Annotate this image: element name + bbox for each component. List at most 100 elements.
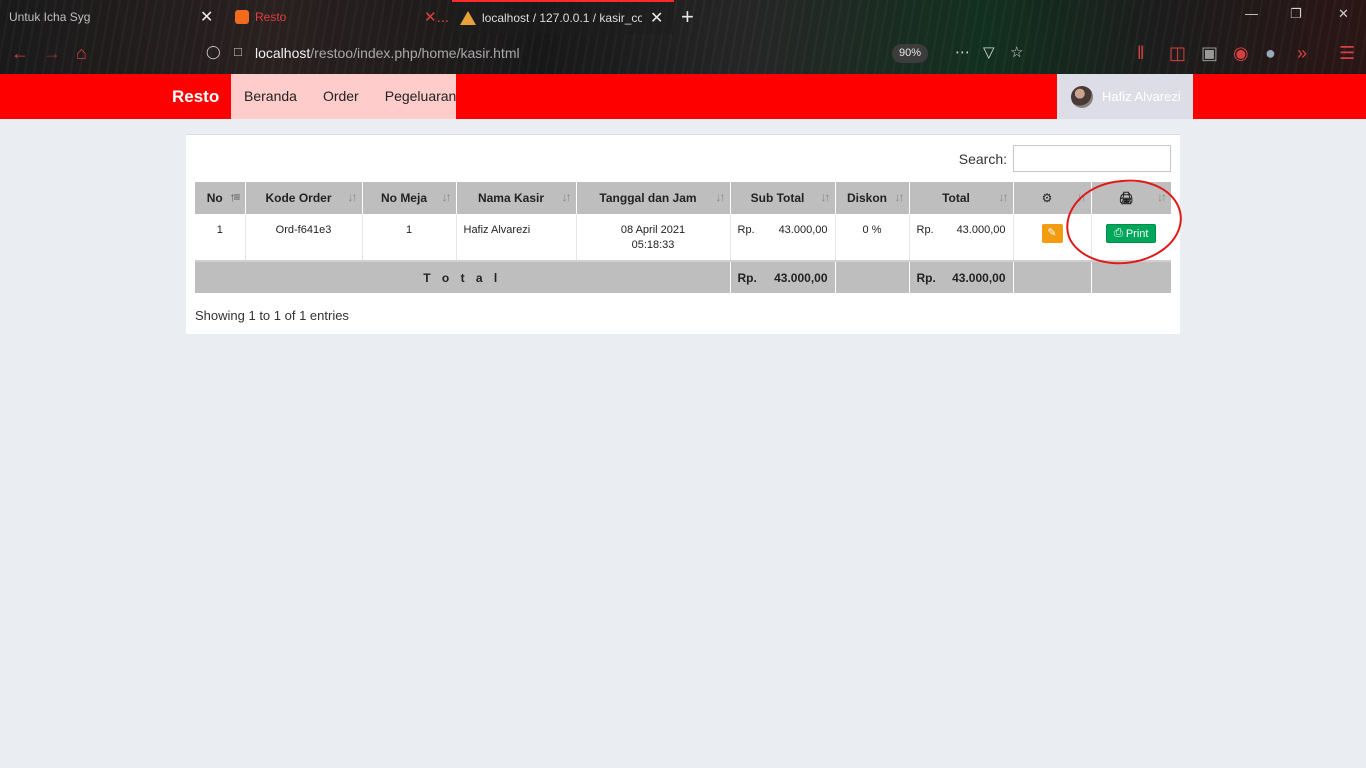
sort-icon[interactable]: ↓↑ (442, 190, 452, 204)
sort-icon[interactable]: ↓↑ (1077, 190, 1087, 204)
extension-icon[interactable]: ▣ (1201, 43, 1218, 64)
sort-icon[interactable]: ↓↑ (895, 190, 905, 204)
search-bar: Search: (959, 145, 1171, 172)
gear-icon: ⚙ (1041, 191, 1053, 205)
user-name: Hafiz Alvarezi (1102, 89, 1181, 104)
sort-icon[interactable]: ↓↑ (821, 190, 831, 204)
col-header-no[interactable]: No ↑≡ (195, 182, 246, 214)
home-icon[interactable]: ⌂ (76, 43, 87, 64)
printer-icon: ⎙ (1114, 227, 1123, 239)
phpmyadmin-icon (460, 11, 476, 25)
cell-actions: ✎ (1013, 214, 1092, 261)
zoom-badge[interactable]: 90% (892, 44, 929, 63)
cell-nama-kasir: Hafiz Alvarezi (456, 214, 577, 261)
amount: 43.000,00 (774, 270, 828, 285)
footer-print (1091, 261, 1171, 293)
footer-sub-total: Rp. 43.000,00 (730, 261, 836, 293)
more-actions-icon[interactable]: ⋯ (955, 43, 970, 61)
new-tab-button[interactable]: + (681, 4, 694, 30)
url-bar[interactable]: ◯ □ localhost/restoo/index.php/home/kasi… (196, 39, 1046, 69)
sort-icon[interactable]: ↓↑ (716, 190, 726, 204)
orders-card: Search: No ↑≡ Kode Order ↓↑ No Meja ↓↑ Nama… (186, 134, 1180, 334)
tab-resto[interactable]: Resto ✕... (226, 0, 449, 34)
print-button[interactable]: ⎙ Print (1106, 224, 1157, 243)
search-label: Search: (958, 150, 1007, 167)
col-header-label: Diskon (846, 191, 887, 205)
menu-icon[interactable]: ☰ (1339, 43, 1355, 64)
cell-tanggal-jam: 08 April 2021 05:18:33 (576, 214, 731, 261)
currency-label: Rp. (737, 224, 755, 236)
footer-actions (1013, 261, 1092, 293)
col-header-total[interactable]: Total ↓↑ (909, 182, 1014, 214)
col-header-label: Tanggal dan Jam (599, 191, 697, 205)
table-header-row: No ↑≡ Kode Order ↓↑ No Meja ↓↑ Nama Kasir ↓↑… (195, 182, 1171, 214)
col-header-print[interactable]: 🖨 ↓↑ (1091, 182, 1171, 214)
app-navbar: Resto Beranda Order Pegeluaran Hafiz Alv… (0, 74, 1366, 119)
browser-toolbar: ← → ⌂ ◯ □ localhost/restoo/index.php/hom… (0, 34, 1366, 74)
search-input[interactable] (1013, 145, 1171, 172)
col-header-label: Sub Total (750, 191, 805, 205)
tab-untuk-icha[interactable]: Untuk Icha Syg ✕ (0, 0, 226, 34)
menu-item-beranda[interactable]: Beranda (231, 74, 310, 119)
edit-button[interactable]: ✎ (1041, 224, 1063, 243)
sort-icon[interactable]: ↓↑ (999, 190, 1009, 204)
tab-phpmyadmin[interactable]: localhost / 127.0.0.1 / kasir_cof ✕ (452, 0, 674, 34)
amount: 43.000,00 (778, 224, 828, 236)
table-row: 1 Ord-f641e3 1 Hafiz Alvarezi 08 April 2… (195, 214, 1171, 261)
url-text[interactable]: localhost/restoo/index.php/home/kasir.ht… (255, 45, 520, 61)
col-header-sub-total[interactable]: Sub Total ↓↑ (730, 182, 836, 214)
currency-label: Rp. (737, 270, 757, 285)
sort-icon[interactable]: ↓↑ (348, 190, 358, 204)
cell-no: 1 (195, 214, 246, 261)
cell-total: Rp. 43.000,00 (909, 214, 1014, 261)
col-header-no-meja[interactable]: No Meja ↓↑ (362, 182, 457, 214)
menu-item-order[interactable]: Order (310, 74, 372, 119)
col-header-diskon[interactable]: Diskon ↓↑ (835, 182, 910, 214)
cell-print: ⎙ Print (1091, 214, 1171, 261)
tab-close-icon[interactable]: ✕... (424, 8, 449, 26)
sort-asc-icon[interactable]: ↑≡ (229, 190, 240, 204)
minimize-icon[interactable]: — (1245, 6, 1258, 21)
col-header-label: Kode Order (265, 191, 332, 205)
sort-icon[interactable]: ↓↑ (562, 190, 572, 204)
sort-icon[interactable]: ↓↑ (1157, 190, 1167, 204)
shield-icon[interactable]: ◯ (206, 44, 221, 60)
restore-icon[interactable]: ❐ (1290, 6, 1302, 22)
forward-icon[interactable]: → (43, 43, 61, 64)
menu-item-pegeluaran[interactable]: Pegeluaran (372, 74, 470, 119)
col-header-label: No (206, 191, 223, 205)
tab-close-icon[interactable]: ✕ (650, 8, 663, 28)
amount: 43.000,00 (956, 224, 1006, 236)
extension-cursor-icon[interactable]: ● (1265, 43, 1276, 64)
tab-close-icon[interactable]: ✕ (200, 7, 213, 27)
overflow-chevron-icon[interactable]: » (1297, 43, 1307, 64)
tab-bar: Untuk Icha Syg ✕ Resto ✕... localhost / … (0, 0, 1366, 34)
page-icon: □ (234, 44, 242, 59)
col-header-nama-kasir[interactable]: Nama Kasir ↓↑ (456, 182, 577, 214)
tab-title: localhost / 127.0.0.1 / kasir_cof (482, 11, 642, 25)
brand-logo[interactable]: Resto (172, 74, 219, 119)
back-icon[interactable]: ← (11, 43, 29, 64)
printer-icon: 🖨 (1118, 191, 1134, 205)
pocket-icon[interactable]: ▽ (983, 43, 995, 61)
close-icon[interactable]: ✕ (1338, 6, 1349, 22)
account-icon[interactable]: ◉ (1233, 43, 1249, 64)
user-menu[interactable]: Hafiz Alvarezi (1057, 74, 1193, 119)
table-info: Showing 1 to 1 of 1 entries (195, 308, 349, 323)
sidebar-icon[interactable]: ◫ (1169, 43, 1186, 64)
cell-kode-order: Ord-f641e3 (245, 214, 363, 261)
col-header-tanggal[interactable]: Tanggal dan Jam ↓↑ (576, 182, 731, 214)
col-header-actions[interactable]: ⚙ ↓↑ (1013, 182, 1092, 214)
cell-tanggal: 08 April 2021 (620, 224, 686, 236)
col-header-kode-order[interactable]: Kode Order ↓↑ (245, 182, 363, 214)
cell-jam: 05:18:33 (631, 239, 675, 251)
library-icon[interactable]: ‖ (1137, 43, 1144, 64)
bookmark-star-icon[interactable]: ☆ (1010, 43, 1023, 61)
col-header-label: No Meja (380, 191, 427, 205)
footer-diskon (835, 261, 910, 293)
footer-total-label: T o t a l (195, 261, 731, 293)
url-path: /restoo/index.php/home/kasir.html (310, 45, 520, 61)
avatar (1071, 85, 1093, 108)
col-header-label: Nama Kasir (477, 191, 545, 205)
cell-diskon: 0 % (835, 214, 910, 261)
